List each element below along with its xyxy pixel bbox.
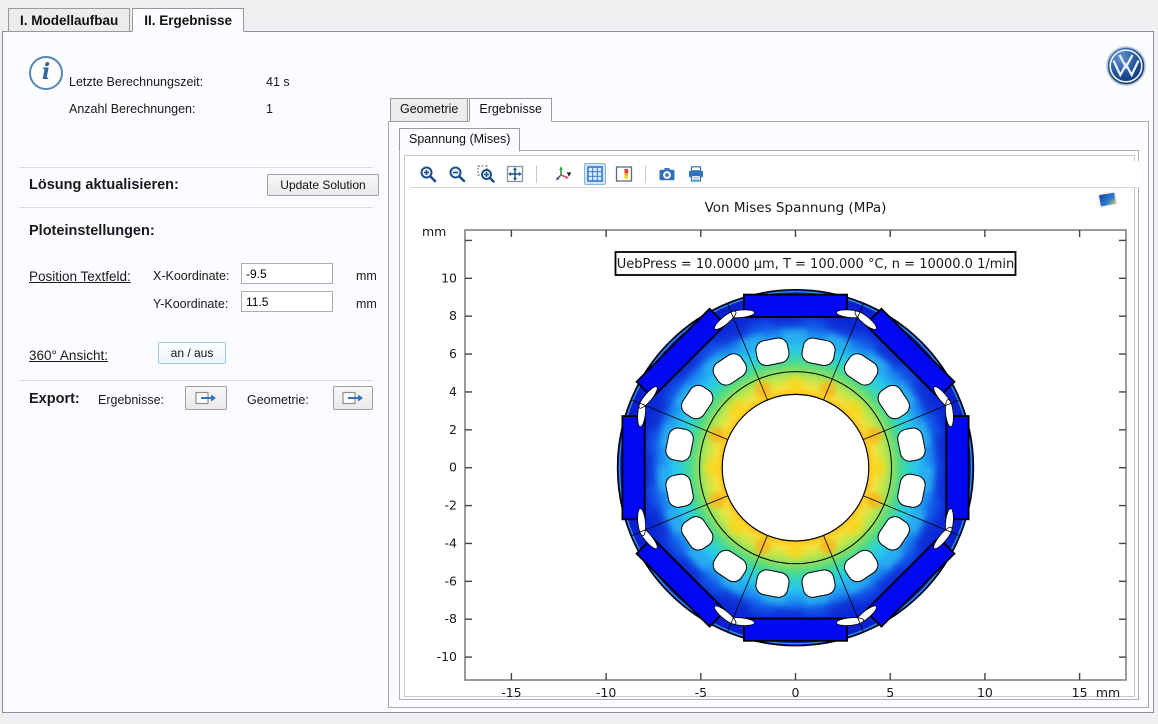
svg-text:-15: -15	[501, 685, 521, 700]
info-icon: i	[29, 56, 63, 90]
export-geometry-label: Geometrie:	[247, 393, 309, 407]
svg-text:15: 15	[1072, 685, 1088, 700]
export-icon	[195, 391, 217, 405]
export-icon	[342, 391, 364, 405]
svg-text:2: 2	[449, 422, 457, 437]
graphics-canvas[interactable]: Von Mises Spannung (MPa) UebPress = 10.00…	[410, 188, 1139, 700]
update-solution-label: Lösung aktualisieren:	[29, 177, 179, 193]
svg-text:-8: -8	[445, 611, 458, 626]
x-coordinate-label: X-Koordinate:	[153, 269, 229, 283]
svg-text:10: 10	[977, 685, 993, 700]
svg-text:-10: -10	[437, 649, 457, 664]
svg-text:mm: mm	[1096, 685, 1120, 700]
svg-text:mm: mm	[422, 224, 446, 239]
svg-text:5: 5	[886, 685, 894, 700]
plot-settings-heading: Ploteinstellungen:	[29, 223, 155, 239]
last-computation-value: 41 s	[266, 75, 290, 89]
result-tab-bar: Geometrie Ergebnisse	[390, 98, 552, 122]
results-panel: Spannung (Mises)	[388, 121, 1149, 708]
grid-icon[interactable]	[584, 163, 606, 185]
svg-text:-4: -4	[445, 535, 458, 550]
graphics-frame: ▾	[404, 155, 1135, 697]
graphics-toolbar: ▾	[410, 161, 1139, 188]
export-results-button[interactable]	[185, 386, 227, 410]
svg-text:-6: -6	[445, 573, 458, 588]
toolbar-separator	[645, 165, 646, 183]
tab-geometrie[interactable]: Geometrie	[390, 98, 468, 122]
export-geometry-button[interactable]	[333, 386, 373, 410]
x-unit-label: mm	[356, 269, 377, 283]
divider	[19, 167, 373, 168]
svg-text:6: 6	[449, 346, 457, 361]
color-legend-icon[interactable]	[613, 163, 635, 185]
main-tab-bar: I. Modellaufbau II. Ergebnisse	[8, 8, 244, 32]
zoom-out-icon[interactable]	[446, 163, 468, 185]
divider	[19, 380, 373, 381]
y-coordinate-input[interactable]	[241, 291, 333, 312]
position-textfield-label: Position Textfeld:	[29, 269, 131, 284]
svg-text:0: 0	[792, 685, 800, 700]
svg-text:10: 10	[441, 270, 457, 285]
vw-logo	[1106, 46, 1146, 91]
plot-panel: ▾	[399, 150, 1139, 700]
zoom-box-icon[interactable]	[475, 163, 497, 185]
tab-spannung-mises[interactable]: Spannung (Mises)	[399, 128, 520, 152]
svg-text:-10: -10	[596, 685, 616, 700]
computation-count-label: Anzahl Berechnungen:	[69, 102, 195, 116]
last-computation-label: Letzte Berechnungszeit:	[69, 75, 203, 89]
axis-orientation-icon[interactable]: ▾	[547, 163, 577, 185]
tab-ergebnisse[interactable]: II. Ergebnisse	[132, 8, 244, 32]
update-solution-button[interactable]: Update Solution	[267, 174, 379, 196]
export-results-label: Ergebnisse:	[98, 393, 164, 407]
svg-text:-2: -2	[445, 498, 457, 513]
export-label: Export:	[29, 391, 80, 407]
view-360-label: 360° Ansicht:	[29, 348, 108, 363]
svg-text:4: 4	[449, 384, 457, 399]
zoom-in-icon[interactable]	[417, 163, 439, 185]
tab-modellaufbau[interactable]: I. Modellaufbau	[8, 8, 130, 32]
camera-icon[interactable]	[656, 163, 678, 185]
computation-count-value: 1	[266, 102, 273, 116]
svg-text:UebPress = 10.0000 μm, T = 100: UebPress = 10.0000 μm, T = 100.000 °C, n…	[617, 257, 1015, 272]
chevron-down-icon[interactable]: ▾	[567, 169, 572, 180]
tab-ergebnisse-view[interactable]: Ergebnisse	[469, 98, 552, 122]
main-panel: i Letzte Berechnungszeit: 41 s Anzahl Be…	[2, 31, 1154, 713]
y-unit-label: mm	[356, 297, 377, 311]
svg-text:Von Mises Spannung (MPa): Von Mises Spannung (MPa)	[705, 200, 887, 216]
view-360-toggle-button[interactable]: an / aus	[158, 342, 226, 364]
y-coordinate-label: Y-Koordinate:	[153, 297, 228, 311]
print-icon[interactable]	[685, 163, 707, 185]
svg-text:8: 8	[449, 308, 457, 323]
divider	[19, 207, 373, 208]
toolbar-separator	[536, 165, 537, 183]
svg-text:0: 0	[449, 460, 457, 475]
x-coordinate-input[interactable]	[241, 263, 333, 284]
svg-text:-5: -5	[695, 685, 707, 700]
zoom-extents-icon[interactable]	[504, 163, 526, 185]
